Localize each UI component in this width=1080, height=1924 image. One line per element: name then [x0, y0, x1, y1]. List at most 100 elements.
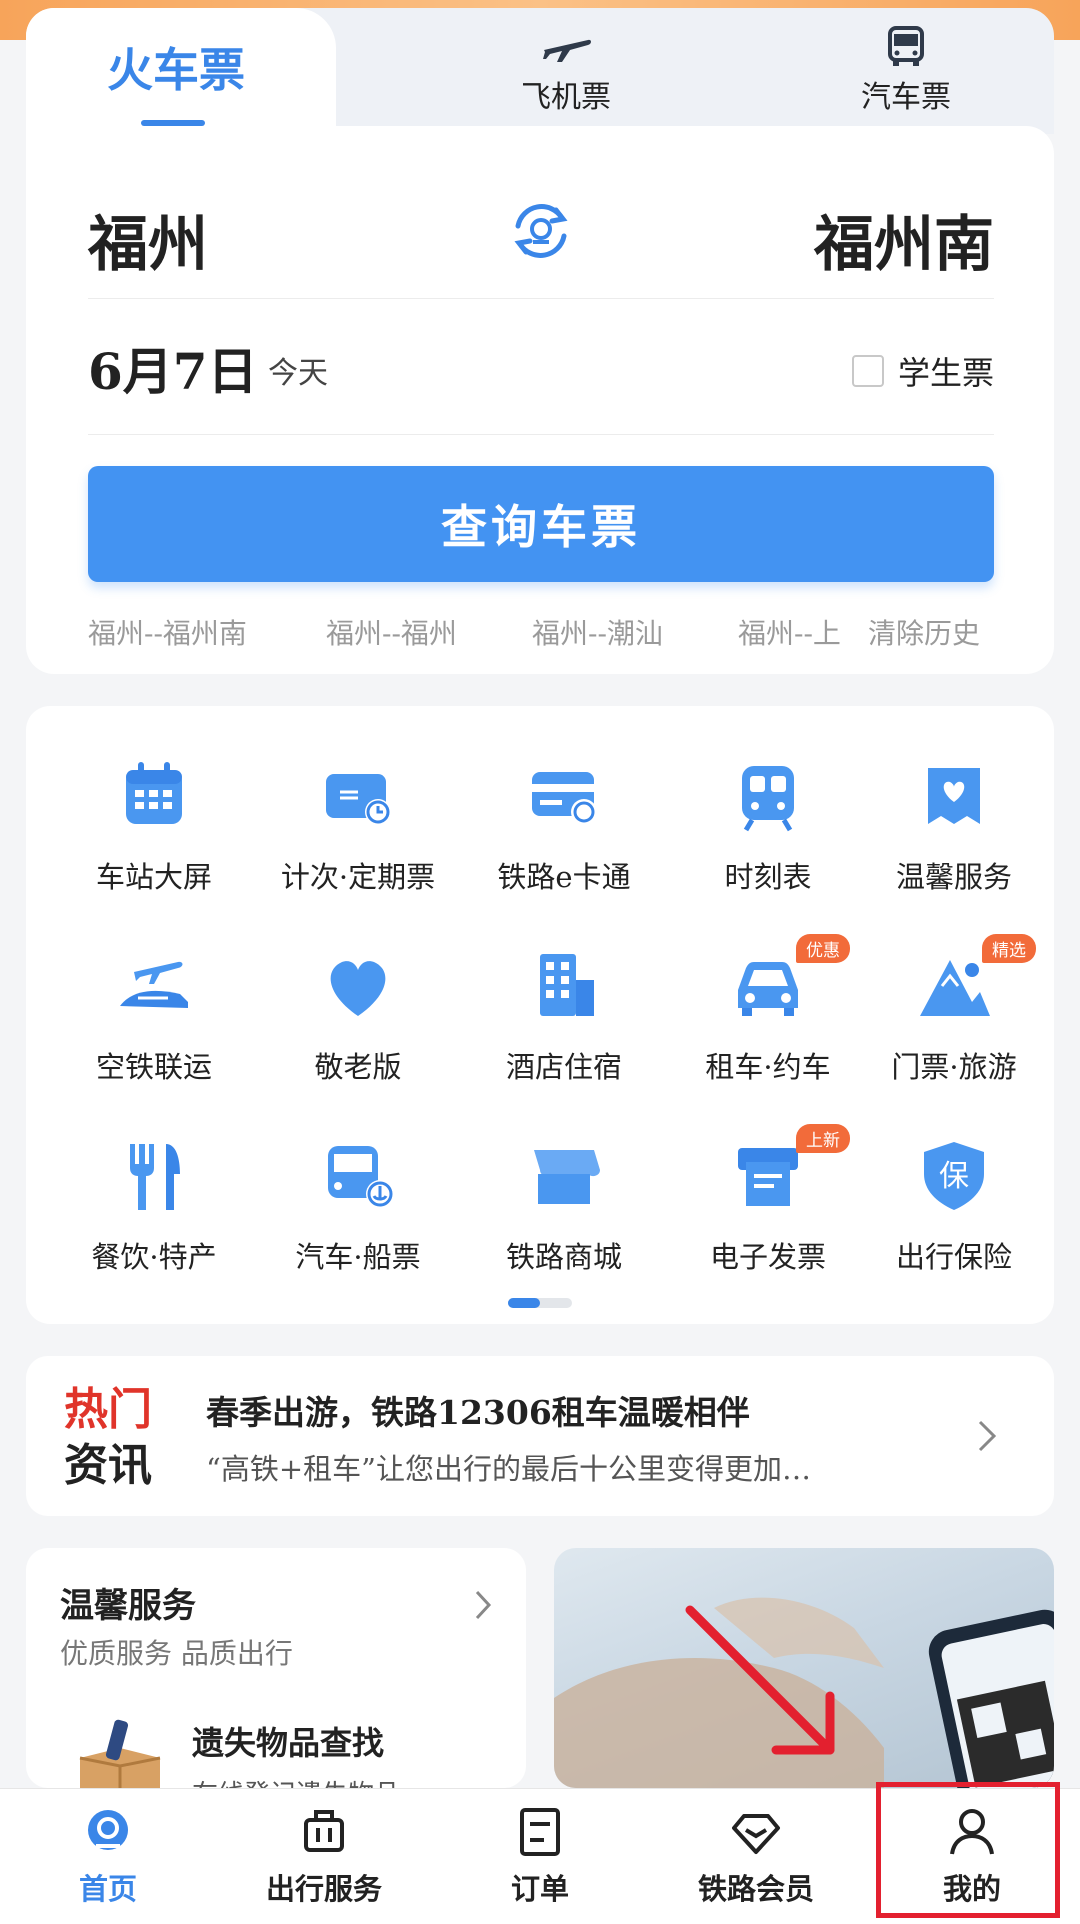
service-bus-ship[interactable]: 汽车·船票	[256, 1136, 460, 1276]
service-e-invoice[interactable]: 上新 电子发票	[666, 1124, 870, 1276]
hotel-icon	[524, 946, 604, 1026]
service-label: 铁路商城	[505, 1240, 622, 1274]
train-icon	[728, 756, 808, 836]
tab-bus-ticket[interactable]: 汽车票	[756, 8, 1056, 134]
clear-history-button[interactable]: 清除历史	[868, 612, 980, 652]
query-tickets-button[interactable]: 查询车票	[88, 466, 994, 582]
divider	[88, 434, 994, 435]
service-label: 时刻表	[724, 860, 812, 894]
student-ticket-checkbox[interactable]	[851, 355, 884, 387]
nav-label: 铁路会员	[697, 1872, 814, 1906]
services-grid: 车站大屏 计次·定期票 铁路e卡通 时刻表 温馨服务 空铁联运 敬老版 酒店住宿…	[26, 706, 1054, 1324]
diamond-icon	[732, 1814, 780, 1854]
lost-item-subtitle: 在线登记遗失物品	[192, 1774, 400, 1788]
invoice-icon: 上新	[728, 1124, 850, 1216]
from-station[interactable]: 福州	[88, 196, 208, 283]
featured-badge: 精选	[982, 934, 1036, 963]
service-label: 计次·定期票	[280, 860, 436, 894]
service-air-rail[interactable]: 空铁联运	[52, 946, 256, 1086]
heart-box-icon	[914, 756, 994, 836]
service-label: 汽车·船票	[295, 1240, 421, 1274]
service-label: 餐饮·特产	[91, 1240, 217, 1274]
departure-date[interactable]: 6月7日	[88, 332, 258, 404]
discount-badge: 优惠	[796, 934, 850, 963]
student-ticket-toggle[interactable]: 学生票	[851, 348, 994, 394]
tab-plane-label: 飞机票	[521, 80, 611, 115]
service-label: 空铁联运	[95, 1050, 212, 1084]
service-label: 温馨服务	[895, 860, 1012, 894]
service-mall[interactable]: 铁路商城	[462, 1136, 666, 1276]
bus-anchor-icon	[318, 1136, 398, 1216]
nav-label: 首页	[78, 1872, 137, 1906]
shield-bao-icon: 保	[914, 1136, 994, 1216]
ticket-search-card: 火车票 飞机票 汽车票 福州 福州南 6月7日 今天 学生票 查询车票 福州--…	[26, 8, 1054, 674]
history-item[interactable]: 福州--福州	[326, 612, 457, 652]
bus-icon	[888, 26, 924, 66]
lost-item-title: 遗失物品查找	[192, 1724, 385, 1762]
warm-service-title: 温馨服务	[60, 1586, 196, 1626]
service-label: 酒店住宿	[505, 1050, 622, 1084]
service-label: 电子发票	[709, 1240, 826, 1274]
calendar-icon	[114, 756, 194, 836]
history-item[interactable]: 福州--上	[738, 612, 841, 652]
cutlery-icon	[114, 1136, 194, 1216]
service-food[interactable]: 餐饮·特产	[52, 1136, 256, 1276]
chevron-right-icon	[475, 1590, 492, 1620]
nav-railway-member[interactable]: 铁路会员	[648, 1789, 864, 1924]
service-label: 出行保险	[895, 1240, 1012, 1274]
to-station[interactable]: 福州南	[814, 196, 994, 283]
service-label: 车站大屏	[95, 860, 212, 894]
service-tickets-travel[interactable]: 精选 门票·旅游	[852, 934, 1056, 1086]
heart-icon	[318, 946, 398, 1026]
annotation-arrow-icon	[685, 1605, 835, 1755]
hot-news-logo-line1: 热门	[64, 1384, 152, 1435]
tab-train-ticket[interactable]: 火车票	[26, 8, 326, 134]
history-item[interactable]: 福州--潮汕	[532, 612, 663, 652]
service-timetable[interactable]: 时刻表	[666, 756, 870, 896]
service-elderly[interactable]: 敬老版	[256, 946, 460, 1086]
tab-bus-label: 汽车票	[861, 80, 951, 115]
date-relative-label: 今天	[268, 356, 328, 391]
service-hotel[interactable]: 酒店住宿	[462, 946, 666, 1086]
plane-train-icon	[114, 946, 194, 1026]
service-periodic-ticket[interactable]: 计次·定期票	[256, 756, 460, 896]
warm-service-card[interactable]: 温馨服务 优质服务 品质出行 遗失物品查找 在线登记遗失物品	[26, 1548, 526, 1788]
nav-home[interactable]: 首页	[0, 1789, 216, 1924]
tab-plane-ticket[interactable]: 飞机票	[416, 8, 716, 134]
page-indicator	[508, 1298, 572, 1308]
news-subtitle: “高铁+租车”让您出行的最后十公里变得更加…	[206, 1452, 811, 1486]
annotation-highlight-box	[876, 1782, 1060, 1918]
home-railway-icon	[88, 1810, 128, 1850]
hot-news-logo-line2: 资讯	[64, 1440, 152, 1491]
mountain-icon: 精选	[914, 934, 1036, 1026]
shop-icon	[524, 1136, 604, 1216]
car-icon: 优惠	[728, 934, 850, 1026]
service-insurance[interactable]: 保 出行保险	[852, 1136, 1056, 1276]
service-ecard[interactable]: 铁路e卡通	[462, 756, 666, 896]
student-ticket-label: 学生票	[897, 354, 994, 392]
nav-travel-services[interactable]: 出行服务	[216, 1789, 432, 1924]
ticket-clock-icon	[318, 756, 398, 836]
service-station-screen[interactable]: 车站大屏	[52, 756, 256, 896]
service-label: 敬老版	[314, 1050, 402, 1084]
card-icon	[524, 756, 604, 836]
swap-stations-icon[interactable]	[506, 196, 576, 266]
tab-train-label: 火车票	[107, 43, 245, 97]
warm-service-subtitle: 优质服务 品质出行	[60, 1637, 293, 1670]
plane-icon	[543, 39, 591, 62]
hot-news-card[interactable]: 热门 资讯 春季出游，铁路12306租车温暖相伴 “高铁+租车”让您出行的最后十…	[26, 1356, 1054, 1516]
hot-news-logo: 热门 资讯	[64, 1382, 174, 1494]
chevron-right-icon	[978, 1420, 997, 1452]
ticket-form: 福州 福州南 6月7日 今天 学生票 查询车票 福州--福州南 福州--福州 福…	[26, 126, 1054, 674]
service-label: 门票·旅游	[891, 1050, 1017, 1084]
history-item[interactable]: 福州--福州南	[88, 612, 247, 652]
service-label: 铁路e卡通	[497, 860, 631, 894]
service-car-rental[interactable]: 优惠 租车·约车	[666, 934, 870, 1086]
page-indicator-active	[508, 1298, 540, 1308]
nav-label: 订单	[510, 1872, 569, 1906]
divider	[88, 298, 994, 299]
new-badge: 上新	[796, 1124, 850, 1153]
nav-orders[interactable]: 订单	[432, 1789, 648, 1924]
service-label: 租车·约车	[705, 1050, 831, 1084]
service-warm[interactable]: 温馨服务	[852, 756, 1056, 896]
